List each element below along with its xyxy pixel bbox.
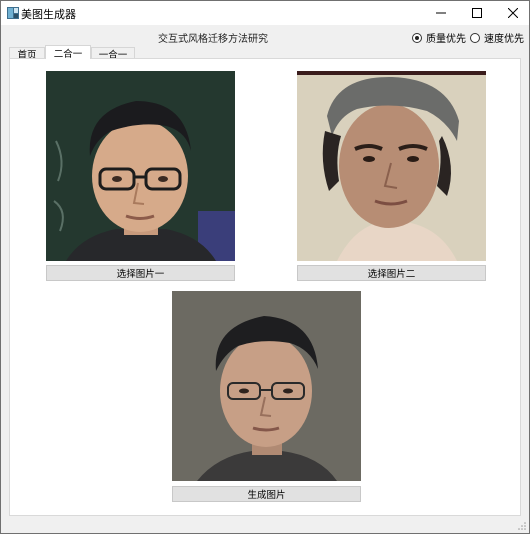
select-image-one-button[interactable]: 选择图片一 — [46, 265, 235, 281]
radio-checked-icon — [412, 32, 422, 43]
portrait-photo-one — [46, 71, 235, 261]
quality-first-radio[interactable]: 质量优先 — [412, 30, 466, 45]
radio-unchecked-icon — [470, 32, 480, 43]
result-image-preview — [172, 291, 361, 481]
close-icon — [508, 8, 518, 18]
minimize-button[interactable] — [423, 1, 459, 25]
status-bar — [1, 517, 529, 533]
header-row: 交互式风格迁移方法研究 质量优先 速度优先 — [1, 25, 529, 45]
minimize-icon — [436, 12, 446, 14]
select-image-two-button[interactable]: 选择图片二 — [297, 265, 486, 281]
page-title: 交互式风格迁移方法研究 — [158, 34, 268, 45]
close-button[interactable] — [495, 1, 530, 25]
window-title: 美图生成器 — [21, 8, 76, 21]
app-window: 美图生成器 交互式风格迁移方法研究 质量优先 速度优先 首页 二合一 一合一 选… — [0, 0, 530, 534]
portrait-photo-two — [297, 71, 486, 261]
tab-content-panel: 选择图片一 选择图片二 生成图片 — [9, 58, 521, 516]
resize-grip-icon[interactable] — [517, 521, 527, 531]
maximize-icon — [472, 8, 482, 18]
speed-first-radio[interactable]: 速度优先 — [470, 30, 524, 45]
maximize-button[interactable] — [459, 1, 495, 25]
portrait-photo-result — [172, 291, 361, 481]
speed-first-label: 速度优先 — [484, 34, 524, 45]
quality-first-label: 质量优先 — [426, 34, 466, 45]
image-one-preview — [46, 71, 235, 261]
app-icon — [7, 7, 19, 19]
title-bar[interactable]: 美图生成器 — [1, 1, 529, 25]
tab-two-in-one[interactable]: 二合一 — [45, 45, 91, 60]
image-two-preview — [297, 71, 486, 261]
generate-image-button[interactable]: 生成图片 — [172, 486, 361, 502]
